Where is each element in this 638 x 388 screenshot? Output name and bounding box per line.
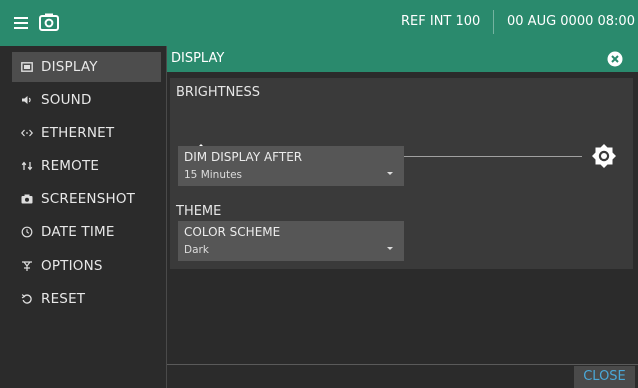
sidebar-item-sound[interactable]: SOUND	[12, 85, 161, 115]
sidebar-item-date-time[interactable]: DATE TIME	[12, 217, 161, 247]
reset-icon	[20, 292, 34, 306]
display-settings-panel: DISPLAY BRIGHTNESS DIM DISPLAY AFTER 15 …	[166, 46, 638, 388]
sidebar-item-label: DATE TIME	[41, 224, 115, 240]
remote-icon	[20, 159, 34, 173]
dim-display-dropdown[interactable]: DIM DISPLAY AFTER 15 Minutes	[178, 146, 404, 186]
panel-header: DISPLAY	[167, 46, 638, 72]
display-icon	[20, 60, 34, 74]
options-icon	[20, 259, 34, 273]
close-circle-icon[interactable]	[607, 51, 623, 67]
sidebar-item-screenshot[interactable]: SCREENSHOT	[12, 184, 161, 214]
sidebar-item-remote[interactable]: REMOTE	[12, 151, 161, 181]
date-time-display: 00 AUG 0000 08:00	[507, 14, 635, 29]
reference-status: REF INT 100	[401, 14, 481, 29]
clock-icon	[20, 225, 34, 239]
chevron-down-icon	[387, 172, 393, 175]
speaker-icon	[20, 93, 34, 107]
panel-title: DISPLAY	[171, 51, 225, 66]
sidebar-item-label: OPTIONS	[41, 258, 103, 274]
sidebar-item-label: SOUND	[41, 92, 92, 108]
sidebar-item-label: RESET	[41, 291, 86, 307]
dim-display-label: DIM DISPLAY AFTER	[184, 150, 303, 164]
sidebar-item-label: SCREENSHOT	[41, 191, 136, 207]
camera-icon	[20, 192, 34, 206]
color-scheme-dropdown[interactable]: COLOR SCHEME Dark	[178, 221, 404, 261]
sidebar-item-label: ETHERNET	[41, 125, 115, 141]
topbar-divider	[493, 10, 494, 34]
dim-display-value: 15 Minutes	[184, 169, 243, 181]
sidebar-item-display[interactable]: DISPLAY	[12, 52, 161, 82]
hamburger-menu-icon[interactable]	[13, 13, 35, 33]
theme-card: THEME COLOR SCHEME Dark	[170, 199, 633, 269]
sidebar-item-label: DISPLAY	[41, 59, 98, 75]
top-bar: REF INT 100 00 AUG 0000 08:00	[0, 0, 638, 46]
sidebar-item-reset[interactable]: RESET	[12, 284, 161, 314]
color-scheme-value: Dark	[184, 244, 209, 256]
ethernet-icon	[20, 126, 34, 140]
close-button[interactable]: CLOSE	[574, 366, 635, 388]
footer-divider	[167, 364, 638, 365]
camera-icon[interactable]	[39, 13, 61, 33]
settings-sidebar: DISPLAY SOUND ETHERNET REMOTE SCREENSHOT…	[0, 46, 166, 388]
brightness-high-icon[interactable]	[590, 142, 618, 170]
sidebar-item-label: REMOTE	[41, 158, 100, 174]
sidebar-item-ethernet[interactable]: ETHERNET	[12, 118, 161, 148]
chevron-down-icon	[387, 247, 393, 250]
slider-track	[397, 156, 582, 157]
theme-label: THEME	[176, 204, 222, 219]
color-scheme-label: COLOR SCHEME	[184, 225, 281, 239]
sidebar-item-options[interactable]: OPTIONS	[12, 251, 161, 281]
brightness-label: BRIGHTNESS	[176, 85, 261, 100]
